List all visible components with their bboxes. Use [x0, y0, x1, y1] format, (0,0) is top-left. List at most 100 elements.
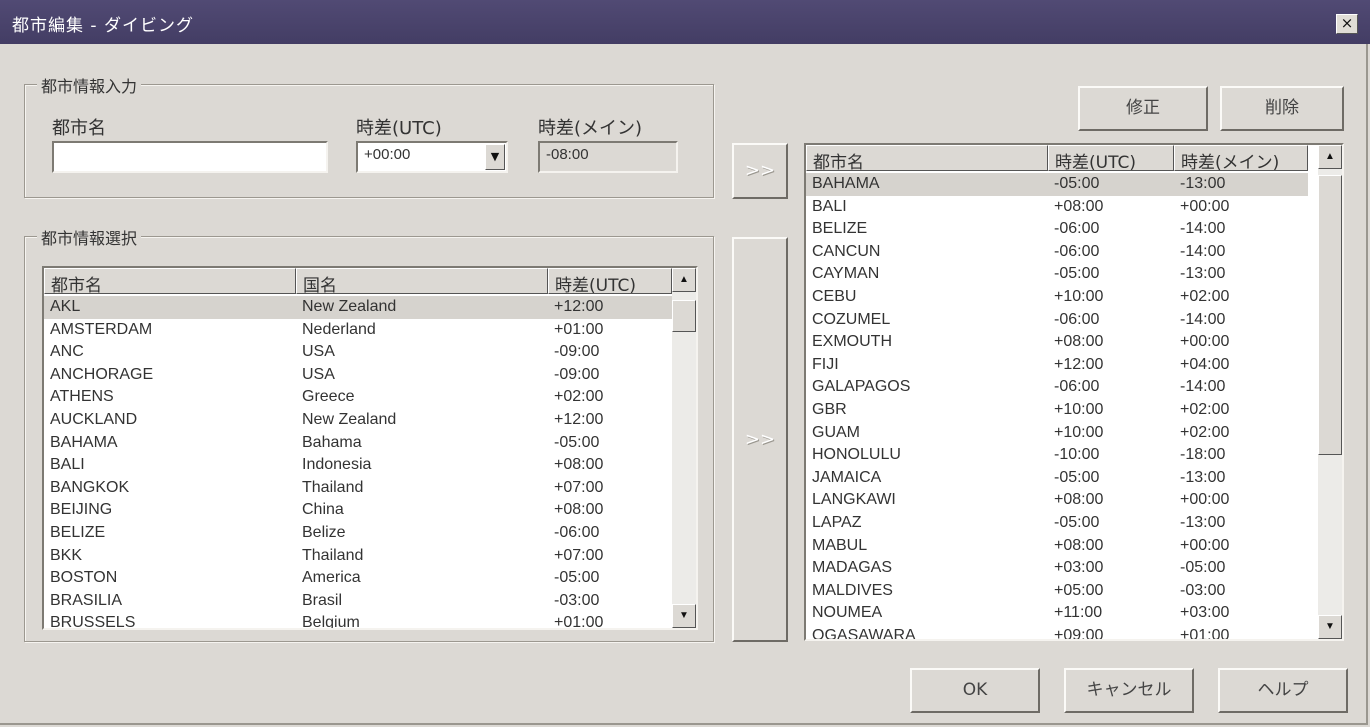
cell: MALDIVES — [812, 581, 893, 599]
cell: +00:00 — [1180, 536, 1230, 554]
add-selected-button[interactable]: >> — [732, 237, 788, 642]
city-list-row[interactable]: BALI Indonesia +08:00 — [44, 454, 672, 477]
cell: +00:00 — [1180, 491, 1230, 509]
cell: -14:00 — [1180, 242, 1226, 260]
cell: +11:00 — [1054, 604, 1103, 622]
close-button[interactable]: × — [1336, 14, 1358, 34]
cell: Thailand — [302, 546, 364, 564]
city-list-row[interactable]: AUCKLAND New Zealand +12:00 — [44, 409, 672, 432]
selected-list-row[interactable]: CEBU +10:00 +02:00 — [806, 286, 1308, 309]
scroll-up-icon[interactable]: ▲ — [1318, 145, 1342, 169]
cell: HONOLULU — [812, 446, 901, 464]
scroll-thumb[interactable] — [672, 300, 696, 332]
city-list-row[interactable]: ANC USA -09:00 — [44, 341, 672, 364]
cell: GUAM — [812, 423, 860, 441]
cancel-button[interactable]: キャンセル — [1064, 668, 1194, 713]
cell: +10:00 — [1054, 287, 1104, 305]
scroll-down-icon[interactable]: ▼ — [672, 604, 696, 628]
city-list-row[interactable]: BRASILIA Brasil -03:00 — [44, 590, 672, 613]
cell: -05:00 — [1054, 175, 1100, 192]
city-list-row[interactable]: AKL New Zealand +12:00 — [44, 296, 672, 319]
column-header-utc[interactable]: 時差(UTC) — [1048, 145, 1174, 171]
city-list-row[interactable]: ANCHORAGE USA -09:00 — [44, 364, 672, 387]
scroll-down-icon[interactable]: ▼ — [1318, 615, 1342, 639]
city-list-row[interactable]: ATHENS Greece +02:00 — [44, 386, 672, 409]
selected-list-row[interactable]: GBR +10:00 +02:00 — [806, 399, 1308, 422]
cell: +02:00 — [1180, 400, 1230, 418]
selected-list-row[interactable]: MADAGAS +03:00 -05:00 — [806, 557, 1308, 580]
selected-list-row[interactable]: BALI +08:00 +00:00 — [806, 196, 1308, 219]
selected-list-row[interactable]: BELIZE -06:00 -14:00 — [806, 218, 1308, 241]
cell: ATHENS — [50, 388, 114, 406]
ok-button[interactable]: OK — [910, 668, 1040, 713]
add-input-button[interactable]: >> — [732, 143, 788, 199]
selected-list-row[interactable]: JAMAICA -05:00 -13:00 — [806, 467, 1308, 490]
cell: +01:00 — [1180, 626, 1230, 641]
city-list-row[interactable]: BELIZE Belize -06:00 — [44, 522, 672, 545]
selected-list-scrollbar[interactable]: ▲ ▼ — [1318, 145, 1342, 639]
city-name-input[interactable] — [52, 141, 328, 173]
cell: -06:00 — [1054, 242, 1100, 260]
cell: BALI — [50, 456, 85, 474]
selected-list-row[interactable]: GALAPAGOS -06:00 -14:00 — [806, 376, 1308, 399]
cell: -13:00 — [1180, 175, 1226, 192]
selected-list-row[interactable]: HONOLULU -10:00 -18:00 — [806, 444, 1308, 467]
city-list[interactable]: 都市名 国名 時差(UTC) AKL New Zealand +12:00 AMSTE… — [42, 266, 698, 630]
selected-list-row[interactable]: LAPAZ -05:00 -13:00 — [806, 512, 1308, 535]
selected-list-row[interactable]: GUAM +10:00 +02:00 — [806, 422, 1308, 445]
city-list-scrollbar[interactable]: ▲ ▼ — [672, 268, 696, 628]
cell: -06:00 — [1054, 378, 1100, 396]
selected-list-row[interactable]: CAYMAN -05:00 -13:00 — [806, 263, 1308, 286]
city-list-row[interactable]: AMSTERDAM Nederland +01:00 — [44, 319, 672, 342]
city-list-header: 都市名 国名 時差(UTC) — [44, 268, 672, 294]
city-list-row[interactable]: BKK Thailand +07:00 — [44, 545, 672, 568]
city-name-value — [54, 143, 326, 149]
column-header-city[interactable]: 都市名 — [44, 268, 296, 294]
city-list-row[interactable]: BANGKOK Thailand +07:00 — [44, 477, 672, 500]
chevron-down-icon[interactable]: ▼ — [485, 144, 505, 170]
column-header-main[interactable]: 時差(メイン) — [1174, 145, 1308, 171]
selected-list-row[interactable]: CANCUN -06:00 -14:00 — [806, 241, 1308, 264]
selected-list-row[interactable]: NOUMEA +11:00 +03:00 — [806, 602, 1308, 625]
selected-list-row[interactable]: LANGKAWI +08:00 +00:00 — [806, 489, 1308, 512]
cell: -05:00 — [1054, 513, 1100, 531]
cell: BAHAMA — [50, 433, 118, 451]
modify-button[interactable]: 修正 — [1078, 86, 1208, 131]
cell: BKK — [50, 546, 83, 564]
selected-list-row[interactable]: MABUL +08:00 +00:00 — [806, 535, 1308, 558]
scroll-thumb[interactable] — [1318, 175, 1342, 455]
help-button[interactable]: ヘルプ — [1218, 668, 1348, 713]
cell: -03:00 — [554, 591, 600, 609]
selected-city-list[interactable]: 都市名 時差(UTC) 時差(メイン) BAHAMA -05:00 -13:00 BA… — [804, 143, 1344, 641]
column-header-city[interactable]: 都市名 — [806, 145, 1048, 171]
column-header-utc[interactable]: 時差(UTC) — [548, 268, 672, 294]
selected-list-row[interactable]: OGASAWARA +09:00 +01:00 — [806, 625, 1308, 641]
cell: +00:00 — [1180, 197, 1230, 215]
city-list-rows: AKL New Zealand +12:00 AMSTERDAM Nederland +0… — [44, 296, 672, 628]
selected-list-row[interactable]: BAHAMA -05:00 -13:00 — [806, 173, 1308, 196]
selected-list-row[interactable]: COZUMEL -06:00 -14:00 — [806, 309, 1308, 332]
cell: -13:00 — [1180, 468, 1226, 486]
cell: BELIZE — [812, 220, 868, 238]
cell: -18:00 — [1180, 446, 1226, 464]
city-list-row[interactable]: BEIJING China +08:00 — [44, 499, 672, 522]
column-header-country[interactable]: 国名 — [296, 268, 548, 294]
cell: -06:00 — [1054, 310, 1100, 328]
cell: EXMOUTH — [812, 333, 892, 351]
cell: +02:00 — [554, 388, 604, 406]
cell: CAYMAN — [812, 265, 880, 283]
city-list-row[interactable]: BAHAMA Bahama -05:00 — [44, 432, 672, 455]
cell: +00:00 — [1180, 333, 1230, 351]
selected-list-row[interactable]: MALDIVES +05:00 -03:00 — [806, 580, 1308, 603]
utc-offset-select[interactable]: +00:00 ▼ — [356, 141, 508, 173]
city-list-row[interactable]: BRUSSELS Belgium +01:00 — [44, 612, 672, 628]
city-list-row[interactable]: BOSTON America -05:00 — [44, 567, 672, 590]
cell: +12:00 — [554, 298, 604, 315]
delete-button[interactable]: 削除 — [1220, 86, 1344, 131]
selected-list-row[interactable]: EXMOUTH +08:00 +00:00 — [806, 331, 1308, 354]
scroll-up-icon[interactable]: ▲ — [672, 268, 696, 292]
selected-list-row[interactable]: FIJI +12:00 +04:00 — [806, 354, 1308, 377]
cell: +03:00 — [1180, 604, 1230, 622]
cell: Nederland — [302, 320, 376, 338]
cell: +02:00 — [1180, 287, 1230, 305]
